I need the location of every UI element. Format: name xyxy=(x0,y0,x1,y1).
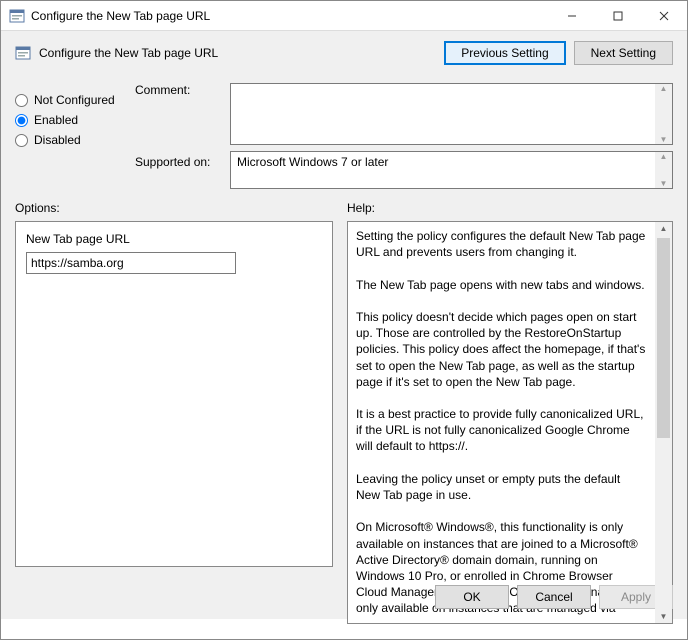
supported-on-label: Supported on: xyxy=(135,155,230,169)
radio-not-configured[interactable] xyxy=(15,94,28,107)
new-tab-url-input[interactable] xyxy=(26,252,236,274)
comment-field-wrap: ▲ ▼ xyxy=(230,83,673,145)
state-radio-group: Not Configured Enabled Disabled xyxy=(15,83,135,189)
titlebar: Configure the New Tab page URL xyxy=(1,1,687,31)
state-enabled[interactable]: Enabled xyxy=(15,113,135,127)
next-setting-button[interactable]: Next Setting xyxy=(574,41,673,65)
ok-button[interactable]: OK xyxy=(435,585,509,609)
minimize-button[interactable] xyxy=(549,1,595,30)
toolbar: Configure the New Tab page URL Previous … xyxy=(1,31,687,73)
options-box: New Tab page URL xyxy=(15,221,333,567)
policy-icon xyxy=(15,45,31,61)
scroll-up-icon: ▲ xyxy=(660,84,668,93)
scroll-thumb[interactable] xyxy=(657,238,670,438)
scrollbar[interactable]: ▲ ▼ xyxy=(655,152,672,188)
maximize-button[interactable] xyxy=(595,1,641,30)
scrollbar[interactable]: ▲ ▼ xyxy=(655,84,672,144)
radio-label: Disabled xyxy=(34,133,81,147)
state-disabled[interactable]: Disabled xyxy=(15,133,135,147)
radio-label: Enabled xyxy=(34,113,78,127)
options-header: Options: xyxy=(15,201,333,215)
new-tab-url-label: New Tab page URL xyxy=(26,232,322,246)
comment-field[interactable] xyxy=(231,84,655,144)
supported-on-field: Microsoft Windows 7 or later xyxy=(231,152,655,188)
radio-disabled[interactable] xyxy=(15,134,28,147)
window-title: Configure the New Tab page URL xyxy=(31,9,549,23)
policy-body: Options: New Tab page URL Help: Setting … xyxy=(1,195,687,577)
radio-label: Not Configured xyxy=(34,93,115,107)
supported-on-field-wrap: Microsoft Windows 7 or later ▲ ▼ xyxy=(230,151,673,189)
scroll-down-icon: ▼ xyxy=(660,179,668,188)
radio-enabled[interactable] xyxy=(15,114,28,127)
comment-label: Comment: xyxy=(135,83,230,147)
help-header: Help: xyxy=(347,201,673,215)
state-not-configured[interactable]: Not Configured xyxy=(15,93,135,107)
cancel-button[interactable]: Cancel xyxy=(517,585,591,609)
help-text: Setting the policy configures the defaul… xyxy=(348,222,655,623)
scroll-down-icon: ▼ xyxy=(655,612,672,621)
previous-setting-button[interactable]: Previous Setting xyxy=(444,41,565,65)
policy-header: Not Configured Enabled Disabled Comment:… xyxy=(1,73,687,195)
help-box: Setting the policy configures the defaul… xyxy=(347,221,673,624)
scroll-up-icon: ▲ xyxy=(660,152,668,161)
toolbar-title: Configure the New Tab page URL xyxy=(39,46,436,60)
close-button[interactable] xyxy=(641,1,687,30)
help-scrollbar[interactable]: ▲ ▼ xyxy=(655,222,672,623)
scroll-up-icon: ▲ xyxy=(655,224,672,233)
scroll-down-icon: ▼ xyxy=(660,135,668,144)
app-icon xyxy=(9,8,25,24)
